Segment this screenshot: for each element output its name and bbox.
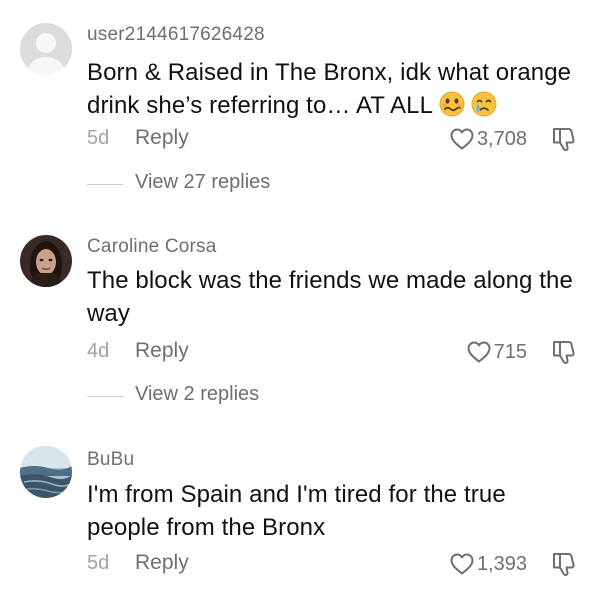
view-replies-label: View 27 replies bbox=[135, 171, 271, 193]
comment-meta: 5d Reply 1,393 bbox=[87, 550, 577, 578]
profile-photo-icon bbox=[20, 446, 72, 498]
thumbs-down-icon bbox=[553, 128, 575, 151]
avatar-default[interactable] bbox=[20, 23, 72, 75]
like-button[interactable]: 1,393 bbox=[449, 550, 527, 578]
comment-username[interactable]: user2144617626428 bbox=[87, 24, 265, 46]
dislike-button[interactable] bbox=[551, 338, 577, 366]
like-count: 1,393 bbox=[476, 552, 527, 575]
reply-button[interactable]: Reply bbox=[135, 126, 189, 150]
avatar-bubu[interactable] bbox=[20, 446, 72, 498]
heart-outline-icon bbox=[450, 553, 474, 575]
profile-photo-icon bbox=[20, 235, 72, 287]
comment-meta: 4d Reply 715 bbox=[87, 338, 577, 366]
avatar-caroline[interactable] bbox=[20, 235, 72, 287]
thumbs-down-icon bbox=[553, 553, 575, 576]
reply-button[interactable]: Reply bbox=[135, 551, 189, 575]
dislike-button[interactable] bbox=[551, 550, 577, 578]
comment-text: Born & Raised in The Bronx, idk what ora… bbox=[87, 56, 577, 126]
like-count: 3,708 bbox=[476, 127, 527, 150]
like-count: 715 bbox=[493, 340, 527, 363]
comment-text: I'm from Spain and I'm tired for the tru… bbox=[87, 481, 506, 541]
comment-meta: 5d Reply 3,708 bbox=[87, 125, 577, 153]
crying-face-icon bbox=[471, 91, 497, 126]
comment-username[interactable]: BuBu bbox=[87, 449, 134, 471]
like-button[interactable]: 715 bbox=[466, 338, 527, 366]
thumbs-down-icon bbox=[553, 341, 575, 364]
comment-age: 5d bbox=[87, 127, 110, 149]
like-button[interactable]: 3,708 bbox=[449, 125, 527, 153]
comment-text-body: Born & Raised in The Bronx, idk what ora… bbox=[87, 59, 572, 119]
replies-divider bbox=[87, 396, 123, 397]
replies-divider bbox=[87, 184, 123, 185]
comment-text: The block was the friends we made along … bbox=[87, 267, 573, 327]
comment-age: 4d bbox=[87, 340, 110, 362]
reply-button[interactable]: Reply bbox=[135, 339, 189, 363]
comment-age: 5d bbox=[87, 552, 110, 574]
view-replies-label: View 2 replies bbox=[135, 383, 260, 405]
heart-outline-icon bbox=[450, 128, 474, 150]
face-with-wavy-mouth-icon bbox=[439, 91, 465, 126]
default-avatar-icon bbox=[20, 23, 72, 75]
dislike-button[interactable] bbox=[551, 125, 577, 153]
heart-outline-icon bbox=[467, 341, 491, 363]
comment-username[interactable]: Caroline Corsa bbox=[87, 236, 217, 258]
